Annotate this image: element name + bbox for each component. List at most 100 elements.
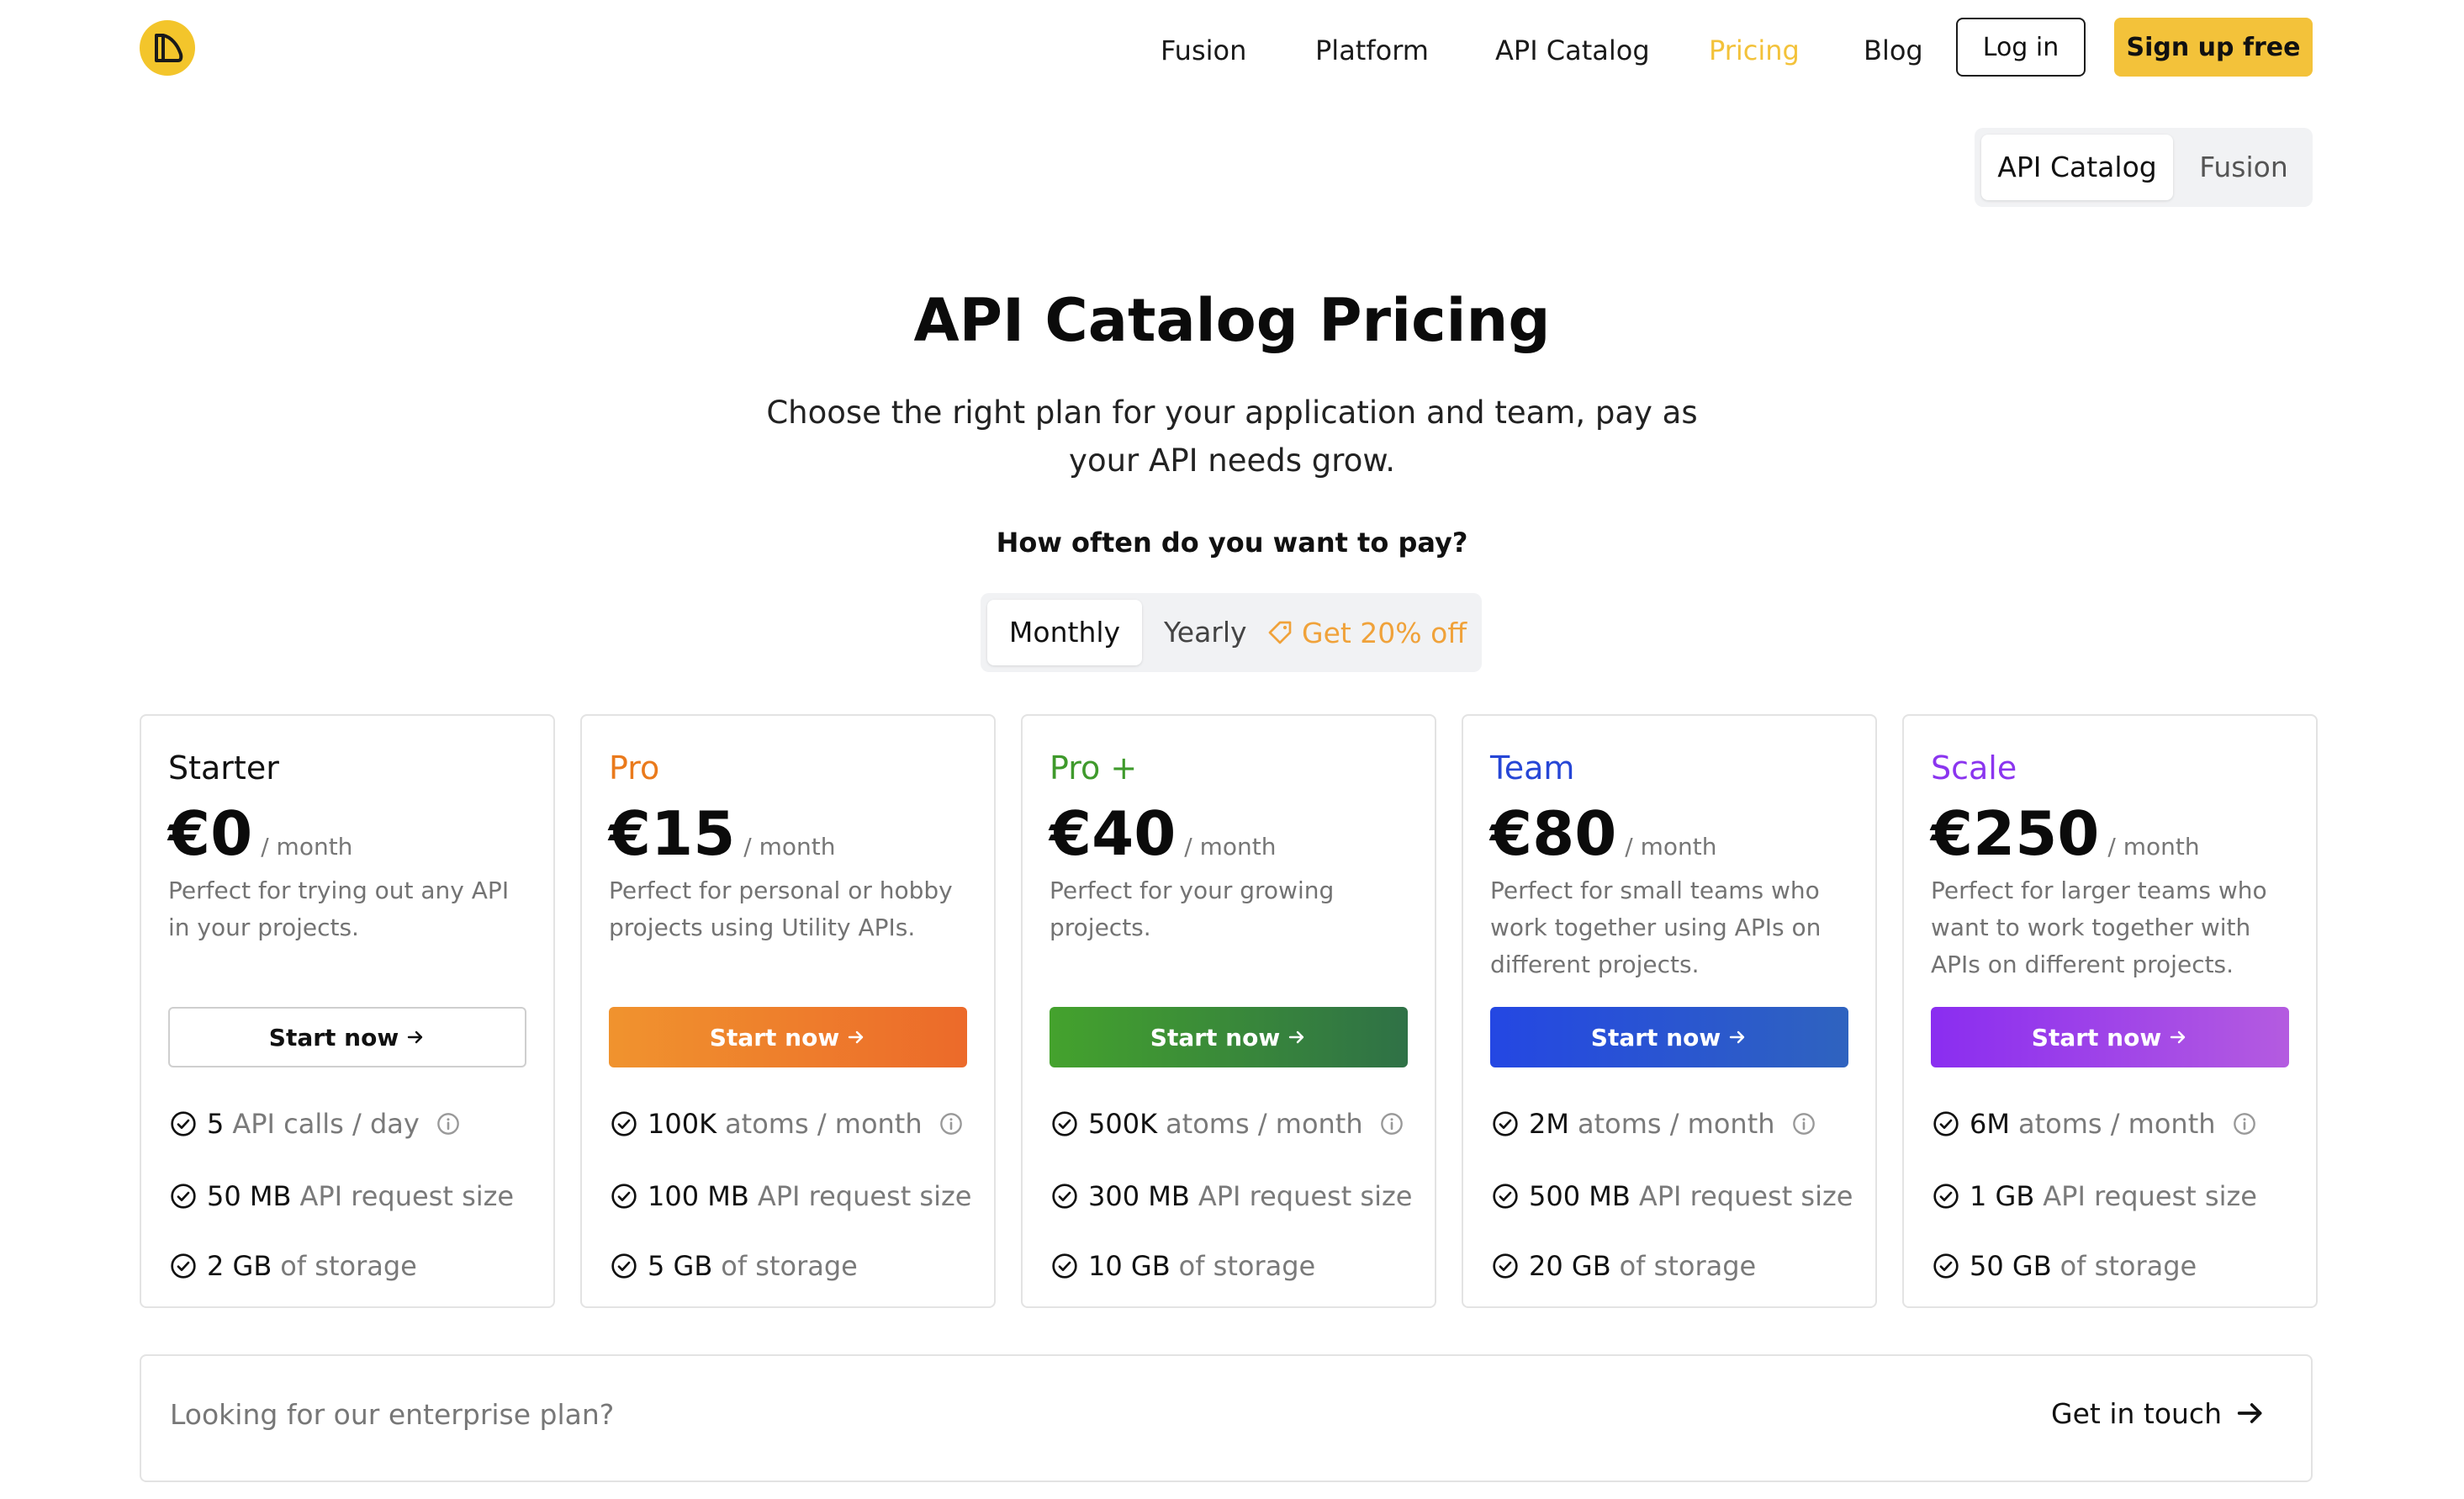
feature-atoms: 500K atoms / month	[1051, 1105, 1404, 1142]
feature-value: 10 GB	[1088, 1250, 1171, 1282]
feature-storage: 5 GB of storage	[611, 1247, 858, 1284]
nav-link-platform[interactable]: Platform	[1315, 32, 1429, 69]
feature-unit: API calls / day	[232, 1108, 420, 1140]
feature-storage: 10 GB of storage	[1051, 1247, 1315, 1284]
feature-request-size: 1 GB API request size	[1933, 1178, 2257, 1215]
feature-unit: of storage	[721, 1250, 858, 1282]
plan-description: Perfect for trying out any API in your p…	[168, 877, 510, 941]
start-now-button[interactable]: Start now	[1490, 1007, 1848, 1067]
check-circle-icon	[171, 1184, 196, 1209]
billing-option-yearly[interactable]: Yearly	[1164, 600, 1247, 665]
feature-storage: 2 GB of storage	[170, 1247, 417, 1284]
plan-card-pro: Pro €15 / month Perfect for personal or …	[580, 714, 996, 1308]
billing-option-monthly[interactable]: Monthly	[987, 600, 1142, 665]
cta-label: Start now	[1150, 1023, 1281, 1051]
plan-name: Scale	[1931, 750, 2017, 787]
feature-unit: API request size	[2043, 1180, 2257, 1212]
feature-unit: of storage	[1619, 1250, 1757, 1282]
feature-storage: 50 GB of storage	[1933, 1247, 2197, 1284]
plan-period: / month	[2107, 833, 2200, 861]
info-icon[interactable]	[2233, 1112, 2256, 1136]
feature-unit: atoms / month	[725, 1108, 923, 1140]
feature-unit: atoms / month	[1577, 1108, 1775, 1140]
page-subtitle: Choose the right plan for your applicati…	[766, 395, 1698, 479]
arrow-right-icon	[408, 1030, 423, 1044]
feature-unit: atoms / month	[1166, 1108, 1363, 1140]
feature-atoms: 100K atoms / month	[611, 1105, 963, 1142]
plan-name: Pro +	[1050, 750, 1138, 787]
switch-option-fusion[interactable]: Fusion	[2181, 135, 2306, 200]
check-circle-icon	[1052, 1111, 1077, 1136]
plan-description: Perfect for larger teams who want to wor…	[1931, 877, 2267, 978]
plan-period: / month	[261, 833, 353, 861]
billing-toggle: Monthly Yearly Get 20% off	[981, 593, 1482, 672]
arrow-right-icon	[1289, 1030, 1304, 1044]
start-now-button[interactable]: Start now	[168, 1007, 526, 1067]
feature-request-size: 50 MB API request size	[170, 1178, 514, 1215]
check-circle-icon	[1493, 1111, 1518, 1136]
check-circle-icon	[611, 1184, 637, 1209]
yearly-discount-badge[interactable]: Get 20% off	[1266, 600, 1467, 665]
feature-atoms: 2M atoms / month	[1492, 1105, 1816, 1142]
info-icon[interactable]	[939, 1112, 963, 1136]
nav-link-api-catalog[interactable]: API Catalog	[1495, 32, 1650, 69]
plan-period: / month	[1184, 833, 1277, 861]
feature-value: 1 GB	[1970, 1180, 2035, 1212]
check-circle-icon	[171, 1111, 196, 1136]
check-circle-icon	[611, 1253, 637, 1279]
get-in-touch-link[interactable]: Get in touch	[2051, 1396, 2267, 1430]
switch-option-api-catalog[interactable]: API Catalog	[1981, 135, 2173, 200]
logo[interactable]	[140, 20, 195, 76]
cta-label: Start now	[268, 1023, 399, 1051]
plan-description: Perfect for small teams who work togethe…	[1490, 877, 1822, 978]
start-now-button[interactable]: Start now	[1050, 1007, 1408, 1067]
check-circle-icon	[1052, 1184, 1077, 1209]
feature-value: 500K	[1088, 1108, 1158, 1140]
info-icon[interactable]	[1380, 1112, 1404, 1136]
cta-label: Start now	[709, 1023, 840, 1051]
start-now-button[interactable]: Start now	[1931, 1007, 2289, 1067]
billing-question: How often do you want to pay?	[996, 527, 1468, 559]
arrow-right-icon	[2237, 1403, 2262, 1423]
signup-button[interactable]: Sign up free	[2114, 18, 2313, 77]
feature-unit: API request size	[757, 1180, 972, 1212]
product-switch: API Catalog Fusion	[1975, 128, 2313, 207]
nav-link-fusion[interactable]: Fusion	[1161, 32, 1246, 69]
feature-value: 2 GB	[207, 1250, 272, 1282]
page-title: API Catalog Pricing	[913, 286, 1551, 355]
feature-value: 50 GB	[1970, 1250, 2052, 1282]
plan-card-team: Team €80 / month Perfect for small teams…	[1462, 714, 1877, 1308]
info-icon[interactable]	[1792, 1112, 1816, 1136]
feature-request-size: 300 MB API request size	[1051, 1178, 1412, 1215]
feature-storage: 20 GB of storage	[1492, 1247, 1756, 1284]
info-icon[interactable]	[436, 1112, 460, 1136]
feature-value: 5	[207, 1108, 225, 1140]
tag-icon	[1268, 621, 1292, 644]
feature-unit: API request size	[1198, 1180, 1413, 1212]
feature-value: 50 MB	[207, 1180, 292, 1212]
arrow-right-icon	[849, 1030, 864, 1044]
plan-price: €250	[1931, 798, 2100, 869]
plan-name: Starter	[168, 750, 279, 787]
plan-name: Pro	[609, 750, 660, 787]
plan-description: Perfect for personal or hobby projects u…	[609, 877, 953, 941]
nav-link-pricing[interactable]: Pricing	[1709, 32, 1800, 69]
plan-card-scale: Scale €250 / month Perfect for larger te…	[1902, 714, 2318, 1308]
cta-label: Start now	[1590, 1023, 1721, 1051]
plan-period: / month	[743, 833, 836, 861]
check-circle-icon	[171, 1253, 196, 1279]
start-now-button[interactable]: Start now	[609, 1007, 967, 1067]
plan-name: Team	[1490, 750, 1575, 787]
feature-value: 2M	[1529, 1108, 1569, 1140]
plan-price: €80	[1490, 798, 1617, 869]
arrow-right-icon	[1730, 1030, 1745, 1044]
plan-description: Perfect for your growing projects.	[1050, 877, 1335, 941]
nav-link-blog[interactable]: Blog	[1864, 32, 1923, 69]
login-button[interactable]: Log in	[1956, 18, 2086, 77]
check-circle-icon	[1052, 1253, 1077, 1279]
feature-unit: of storage	[1178, 1250, 1316, 1282]
enterprise-banner: Looking for our enterprise plan? Get in …	[140, 1354, 2313, 1482]
check-circle-icon	[1933, 1111, 1959, 1136]
feature-value: 5 GB	[648, 1250, 713, 1282]
plan-card-pro-plus: Pro + €40 / month Perfect for your growi…	[1021, 714, 1436, 1308]
